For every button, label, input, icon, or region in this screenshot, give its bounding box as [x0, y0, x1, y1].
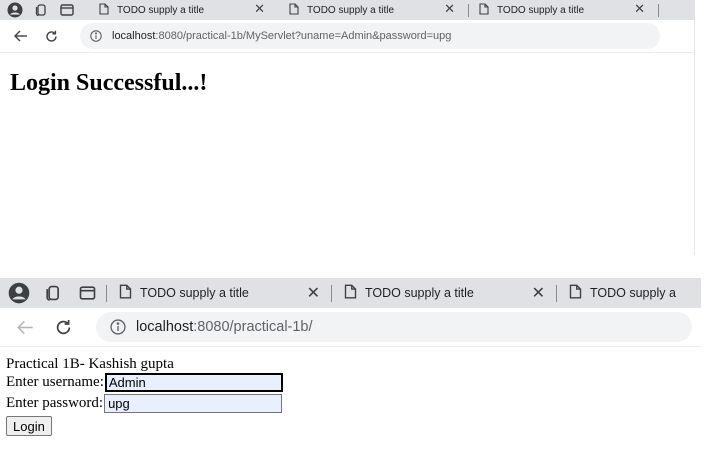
tab-strip: TODO supply a title ✕ TODO supply a titl…: [0, 0, 694, 20]
document-icon: [569, 284, 582, 302]
password-row: Enter password:: [6, 394, 283, 413]
tab-title: TODO supply a title: [140, 286, 249, 300]
workspaces-icon[interactable]: [38, 278, 68, 308]
browser-window-form: TODO supply a title ✕ TODO supply a titl…: [0, 278, 701, 460]
navigation-bar: localhost:8080/practical-1b/: [0, 308, 701, 347]
reload-icon: [56, 319, 70, 334]
tab[interactable]: TODO supply a title ✕: [469, 0, 659, 20]
url-host: localhost: [136, 319, 194, 335]
login-result-heading: Login Successful...!: [10, 70, 208, 96]
profile-icon[interactable]: [4, 278, 34, 308]
document-icon: [344, 284, 357, 302]
password-input[interactable]: [104, 394, 283, 413]
url-path: :8080/practical-1b/: [193, 319, 313, 335]
close-icon[interactable]: ✕: [634, 1, 645, 17]
password-label: Enter password:: [6, 395, 104, 411]
address-bar[interactable]: localhost:8080/practical-1b/: [96, 312, 692, 342]
navigation-bar: localhost:8080/practical-1b/MyServlet?un…: [0, 20, 694, 53]
address-bar[interactable]: localhost:8080/practical-1b/MyServlet?un…: [80, 23, 660, 49]
close-icon[interactable]: ✕: [444, 1, 455, 17]
tab-title: TODO supply a title: [117, 4, 205, 16]
tab-title: TODO supply a: [590, 286, 676, 300]
reload-icon: [45, 30, 57, 42]
username-input[interactable]: [104, 373, 283, 392]
tab-actions-icon[interactable]: [72, 278, 102, 308]
tab-strip: TODO supply a title ✕ TODO supply a titl…: [0, 278, 701, 308]
url-host: localhost: [112, 30, 156, 42]
document-icon: [99, 2, 109, 18]
reload-button[interactable]: [36, 21, 66, 51]
browser-window-result: TODO supply a title ✕ TODO supply a titl…: [0, 0, 695, 255]
tab[interactable]: TODO supply a title ✕: [107, 278, 332, 308]
login-button[interactable]: Login: [6, 416, 52, 436]
close-icon[interactable]: ✕: [254, 1, 265, 17]
document-icon: [119, 284, 132, 302]
tab[interactable]: TODO supply a title ✕: [89, 0, 279, 20]
document-icon: [289, 2, 299, 18]
tab-title: TODO supply a title: [497, 4, 585, 16]
username-row: Enter username:: [6, 373, 283, 392]
tab[interactable]: TODO supply a title ✕: [279, 0, 469, 20]
page-content: Login Successful...!: [0, 53, 694, 255]
back-button[interactable]: [6, 21, 36, 51]
tab-separator: [658, 4, 659, 17]
tab[interactable]: TODO supply a title ✕: [332, 278, 557, 308]
close-icon[interactable]: ✕: [307, 283, 320, 303]
tab-title: TODO supply a title: [307, 4, 395, 16]
close-icon[interactable]: ✕: [532, 283, 545, 303]
info-icon[interactable]: [90, 30, 102, 42]
profile-icon[interactable]: [4, 0, 26, 20]
info-icon[interactable]: [110, 319, 126, 335]
tab[interactable]: TODO supply a: [557, 278, 701, 308]
back-button[interactable]: [6, 308, 44, 346]
username-label: Enter username:: [6, 374, 104, 390]
page-content: Practical 1B- Kashish gupta Enter userna…: [0, 347, 701, 460]
back-arrow-icon: [16, 320, 33, 334]
reload-button[interactable]: [44, 308, 82, 346]
tab-actions-icon[interactable]: [56, 0, 78, 20]
url-path: :8080/practical-1b/MyServlet?uname=Admin…: [155, 30, 452, 42]
back-arrow-icon: [14, 30, 27, 42]
workspaces-icon[interactable]: [30, 0, 52, 20]
tab-title: TODO supply a title: [365, 286, 474, 300]
page-heading: Practical 1B- Kashish gupta: [6, 356, 174, 372]
document-icon: [479, 2, 489, 18]
